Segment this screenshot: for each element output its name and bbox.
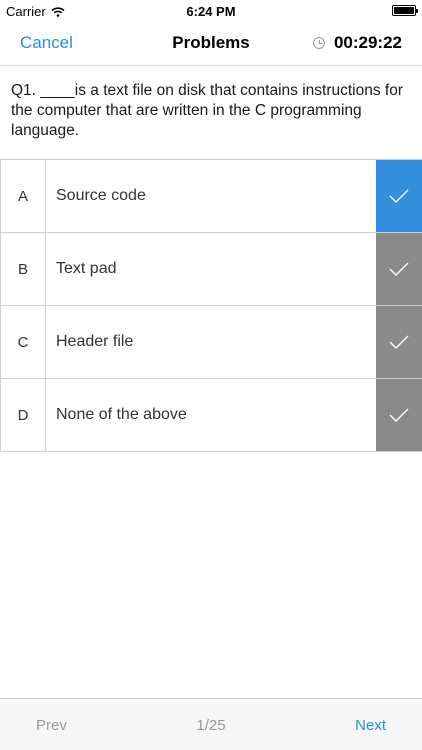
options-list: A Source code B Text pad C Header file D… bbox=[0, 159, 422, 452]
check-icon bbox=[389, 262, 409, 276]
option-text: None of the above bbox=[56, 406, 187, 423]
battery-icon bbox=[392, 5, 418, 16]
option-d[interactable]: D None of the above bbox=[0, 379, 422, 452]
timer: 00:29:22 bbox=[312, 33, 402, 53]
option-letter: B bbox=[0, 233, 46, 305]
option-text: Source code bbox=[56, 187, 146, 204]
next-button[interactable]: Next bbox=[355, 717, 386, 734]
option-check-b[interactable] bbox=[376, 233, 422, 305]
option-b[interactable]: B Text pad bbox=[0, 233, 422, 306]
check-icon bbox=[389, 408, 409, 422]
option-c[interactable]: C Header file bbox=[0, 306, 422, 379]
clock-icon bbox=[312, 37, 325, 49]
option-a[interactable]: A Source code bbox=[0, 160, 422, 233]
status-bar: Carrier 6:24 PM bbox=[0, 0, 422, 22]
option-check-a[interactable] bbox=[376, 160, 422, 232]
option-check-c[interactable] bbox=[376, 306, 422, 378]
option-letter: D bbox=[0, 379, 46, 451]
option-letter: A bbox=[0, 160, 46, 232]
option-text: Header file bbox=[56, 333, 134, 350]
option-text: Text pad bbox=[56, 260, 117, 277]
question-text: Q1. ____is a text file on disk that cont… bbox=[11, 82, 404, 139]
nav-bar: Cancel Problems 00:29:22 bbox=[0, 22, 422, 66]
timer-value: 00:29:22 bbox=[333, 33, 402, 52]
option-check-d[interactable] bbox=[376, 379, 422, 451]
check-icon bbox=[389, 189, 409, 203]
check-icon bbox=[389, 335, 409, 349]
status-time: 6:24 PM bbox=[186, 4, 236, 19]
option-letter: C bbox=[0, 306, 46, 378]
bottom-toolbar: Prev 1/25 Next bbox=[0, 698, 422, 750]
